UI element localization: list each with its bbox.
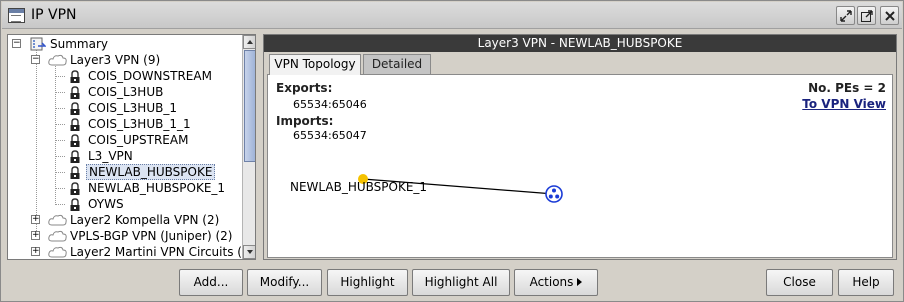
collapse-icon[interactable]: − (31, 55, 40, 64)
arrow-right-icon (577, 278, 583, 286)
tree-item-vpn[interactable]: COIS_UPSTREAM (86, 132, 190, 148)
tab-detailed[interactable]: Detailed (363, 54, 431, 74)
lock-icon (68, 70, 82, 87)
actions-button[interactable]: Actions (514, 269, 598, 296)
collapse-icon[interactable]: − (12, 39, 21, 48)
tree-line (36, 47, 37, 237)
tree-line (55, 140, 65, 141)
title-bar[interactable]: IP VPN (2, 2, 902, 29)
lock-icon (68, 182, 82, 199)
tree-item-vpn[interactable]: COIS_DOWNSTREAM (86, 68, 214, 84)
tree-item-vpn[interactable]: COIS_L3HUB_1 (86, 100, 179, 116)
tree-line (55, 204, 65, 205)
detail-header: Layer3 VPN - NEWLAB_HUBSPOKE (264, 35, 896, 52)
tree-item-vpn[interactable]: COIS_L3HUB_1_1 (86, 116, 193, 132)
tree-line (55, 92, 65, 93)
close-button[interactable]: Close (766, 269, 833, 296)
tab-vpn-topology[interactable]: VPN Topology (269, 54, 361, 75)
tree-item-layer3-vpn[interactable]: Layer3 VPN (9) (68, 52, 162, 68)
vpn-tree[interactable]: − Summary − Layer3 VPN (9) COIS_DOWNSTRE… (7, 34, 256, 260)
modify-button[interactable]: Modify... (247, 269, 322, 296)
tree-item-vpn[interactable]: COIS_L3HUB (86, 84, 165, 100)
vpn-cloud-icon (48, 229, 68, 246)
tree-item-vpls-bgp[interactable]: VPLS-BGP VPN (Juniper) (2) (68, 228, 234, 244)
scroll-down-button[interactable] (243, 245, 255, 259)
window-title: IP VPN (31, 7, 77, 23)
scrollbar-thumb[interactable] (244, 50, 255, 162)
expand-icon[interactable]: + (31, 247, 40, 256)
highlight-all-button[interactable]: Highlight All (412, 269, 510, 296)
lock-icon (68, 118, 82, 135)
tree-line (55, 156, 65, 157)
lock-icon (68, 134, 82, 151)
hub-spoke-icon[interactable] (545, 185, 563, 203)
window-icon (8, 8, 25, 23)
maximize-icon[interactable] (857, 6, 876, 25)
tree-line (55, 124, 65, 125)
close-icon[interactable] (880, 6, 899, 25)
expand-icon[interactable]: + (31, 231, 40, 240)
lock-icon (68, 102, 82, 119)
ip-vpn-window: IP VPN − Summary − Layer3 VPN (9) COIS_D… (0, 0, 904, 302)
minimize-to-frame-icon[interactable] (836, 6, 855, 25)
help-button[interactable]: Help (838, 269, 894, 296)
tree-item-vpn[interactable]: NEWLAB_HUBSPOKE_1 (86, 180, 227, 196)
vpn-cloud-icon (48, 213, 68, 230)
tree-item-vpn[interactable]: L3_VPN (86, 148, 135, 164)
actions-button-label: Actions (529, 275, 574, 289)
tree-scrollbar[interactable] (242, 35, 255, 259)
vpn-cloud-icon (48, 53, 68, 70)
tree-item-summary[interactable]: Summary (48, 36, 110, 52)
tree-item-layer2-martini[interactable]: Layer2 Martini VPN Circuits (2) (68, 244, 255, 259)
summary-icon (30, 37, 47, 54)
vpn-detail-panel: Layer3 VPN - NEWLAB_HUBSPOKE VPN Topolog… (263, 34, 897, 260)
tree-line (55, 108, 65, 109)
lock-icon (68, 150, 82, 167)
add-button[interactable]: Add... (179, 269, 243, 296)
tree-line (55, 76, 65, 77)
topology-view[interactable]: Exports: 65534:65046 Imports: 65534:6504… (267, 74, 893, 258)
scroll-up-button[interactable] (243, 35, 255, 49)
tree-line (55, 63, 56, 205)
tree-line (55, 172, 65, 173)
expand-icon[interactable]: + (31, 215, 40, 224)
pe-node-label: NEWLAB_HUBSPOKE_1 (290, 180, 428, 194)
tree-item-vpn-selected[interactable]: NEWLAB_HUBSPOKE (86, 164, 216, 180)
tree-item-vpn[interactable]: OYWS (86, 196, 126, 212)
lock-icon (68, 86, 82, 103)
vpn-cloud-icon (48, 245, 68, 259)
tree-item-layer2-kompella[interactable]: Layer2 Kompella VPN (2) (68, 212, 221, 228)
tree-line (55, 188, 65, 189)
topology-graph (358, 174, 563, 203)
lock-icon (68, 166, 82, 183)
highlight-button[interactable]: Highlight (327, 269, 408, 296)
